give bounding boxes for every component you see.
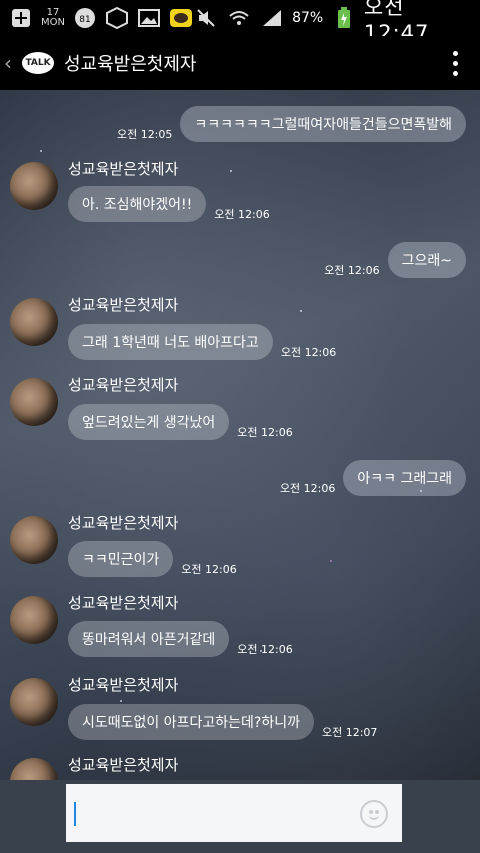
- emoticon-icon[interactable]: [360, 800, 388, 828]
- message-received: 그래 1학년때 너도 배아프다고 오전 12:06: [68, 324, 336, 360]
- message-time: 오전 12:06: [279, 482, 336, 495]
- input-bar: [0, 780, 480, 853]
- avatar[interactable]: [10, 678, 58, 726]
- sender-name: 성교육받은첫제자: [68, 296, 179, 314]
- message-time: 오전 12:06: [181, 563, 237, 576]
- battery-icon: [331, 6, 356, 30]
- avatar[interactable]: [10, 516, 58, 564]
- message-time: 오전 12:06: [237, 426, 293, 439]
- message-bubble[interactable]: 시도때도없이 아프다고하는데?하니까: [68, 704, 314, 740]
- avatar[interactable]: [10, 298, 58, 346]
- group-icon: [104, 6, 130, 30]
- sender-name: 성교육받은첫제자: [68, 756, 179, 774]
- back-chevron-icon[interactable]: ‹: [4, 51, 22, 75]
- avatar[interactable]: [10, 596, 58, 644]
- message-sent: 오전 12:05 ㅋㅋㅋㅋㅋㅋ그럴때여자애들건들으면폭발해: [117, 106, 466, 142]
- chat-header: ‹ TALK 성교육받은첫제자: [0, 36, 480, 90]
- message-sent: 오전 12:06 아ㅋㅋ 그래그래: [280, 460, 466, 496]
- mon-calendar-icon: 17 MON: [40, 6, 66, 30]
- message-time: 오전 12:06: [237, 643, 293, 656]
- chat-area[interactable]: 오전 12:05 ㅋㅋㅋㅋㅋㅋ그럴때여자애들건들으면폭발해 성교육받은첫제자 아…: [0, 90, 480, 780]
- message-bubble[interactable]: 엎드려있는게 생각났어: [68, 404, 230, 440]
- message-bubble[interactable]: ㅋㅋ민근이가: [68, 541, 174, 577]
- avatar[interactable]: [10, 378, 58, 426]
- sender-name: 성교육받은첫제자: [68, 676, 179, 694]
- message-received: 아. 조심해야겠어!! 오전 12:06: [68, 186, 270, 222]
- message-sent: 오전 12:06 그으래~: [324, 242, 466, 278]
- sender-name: 성교육받은첫제자: [68, 594, 179, 612]
- plus-icon: [8, 6, 34, 30]
- talk-logo: TALK: [22, 52, 54, 74]
- message-time: 오전 12:06: [214, 208, 270, 221]
- message-bubble[interactable]: ㅋㅋㅋㅋㅋㅋ그럴때여자애들건들으면폭발해: [180, 106, 466, 142]
- mute-icon: [194, 6, 219, 30]
- message-bubble[interactable]: 그래 1학년때 너도 배아프다고: [68, 324, 273, 360]
- image-icon: [136, 6, 162, 30]
- chat-title: 성교육받은첫제자: [64, 54, 197, 75]
- sender-name: 성교육받은첫제자: [68, 160, 179, 178]
- mon-label: MON: [41, 17, 65, 28]
- message-time: 오전 12:05: [116, 128, 173, 141]
- message-input[interactable]: [66, 784, 402, 842]
- message-received: ㅋㅋ민근이가 오전 12:06: [68, 541, 237, 577]
- message-time: 오전 12:06: [324, 264, 380, 277]
- message-bubble[interactable]: 똥마려워서 아픈거같데: [68, 621, 230, 657]
- sender-name: 성교육받은첫제자: [68, 376, 179, 394]
- wifi-icon: [227, 6, 252, 30]
- sender-name: 성교육받은첫제자: [68, 514, 179, 532]
- message-time: 오전 12:07: [321, 726, 378, 739]
- avatar[interactable]: [10, 162, 58, 210]
- message-time: 오전 12:06: [280, 346, 337, 359]
- avatar[interactable]: [10, 758, 58, 780]
- svg-text:81: 81: [79, 15, 90, 25]
- kakaotalk-icon: [168, 6, 194, 30]
- badge-icon: 81: [72, 6, 98, 30]
- battery-percent: 87%: [292, 10, 324, 26]
- text-cursor: [74, 802, 76, 826]
- message-received: 엎드려있는게 생각났어 오전 12:06: [68, 404, 293, 440]
- message-bubble[interactable]: 아ㅋㅋ 그래그래: [343, 460, 466, 496]
- status-bar: 17 MON 81 87% 오전 12:47: [0, 0, 480, 45]
- signal-icon: [259, 6, 284, 30]
- message-received: 똥마려워서 아픈거같데 오전 12:06: [68, 621, 293, 657]
- overflow-menu-icon[interactable]: [453, 50, 458, 76]
- message-bubble[interactable]: 그으래~: [387, 242, 466, 278]
- message-bubble[interactable]: 아. 조심해야겠어!!: [68, 186, 207, 222]
- message-received: 시도때도없이 아프다고하는데?하니까 오전 12:07: [68, 704, 377, 740]
